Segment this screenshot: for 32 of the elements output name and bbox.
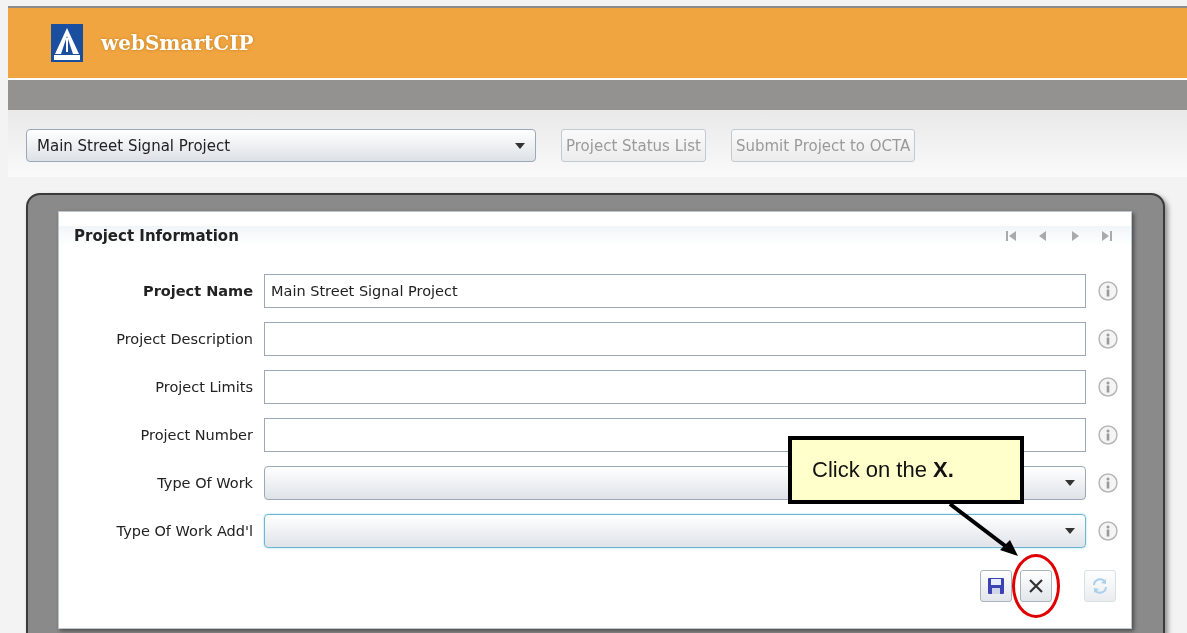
text-field[interactable] <box>264 370 1086 404</box>
info-icon <box>1098 377 1118 397</box>
refresh-icon <box>1091 577 1109 595</box>
field-label: Type Of Work Add'l <box>115 523 253 539</box>
text-field[interactable] <box>264 322 1086 356</box>
first-page-icon[interactable] <box>1005 230 1017 242</box>
text-field[interactable]: Main Street Signal Project <box>264 274 1086 308</box>
app-title: webSmartCIP <box>101 31 254 55</box>
field-label: Project Description <box>115 331 253 347</box>
info-icon <box>1098 281 1118 301</box>
logo-icon <box>51 24 83 62</box>
dropdown-field[interactable] <box>264 514 1086 548</box>
last-page-icon[interactable] <box>1101 230 1113 242</box>
info-icon <box>1098 521 1118 541</box>
caret-icon <box>515 142 525 149</box>
field-label: Project Name <box>142 283 253 299</box>
field-label: Type Of Work <box>156 475 253 491</box>
info-icon <box>1098 329 1118 349</box>
close-icon <box>1027 577 1045 595</box>
panel-title: Project Information <box>74 227 239 245</box>
close-button[interactable] <box>1020 570 1052 602</box>
info-icon <box>1098 473 1118 493</box>
previous-icon[interactable] <box>1037 230 1049 242</box>
callout-text: Click on the X. <box>812 457 954 483</box>
caret-icon <box>1065 480 1075 486</box>
project-dropdown[interactable]: Main Street Signal Project <box>26 129 536 162</box>
save-button[interactable] <box>980 570 1012 602</box>
info-icon <box>1098 425 1118 445</box>
field-label: Project Number <box>139 427 253 443</box>
field-label: Project Limits <box>154 379 253 395</box>
next-icon[interactable] <box>1069 230 1081 242</box>
caret-icon <box>1065 528 1075 534</box>
